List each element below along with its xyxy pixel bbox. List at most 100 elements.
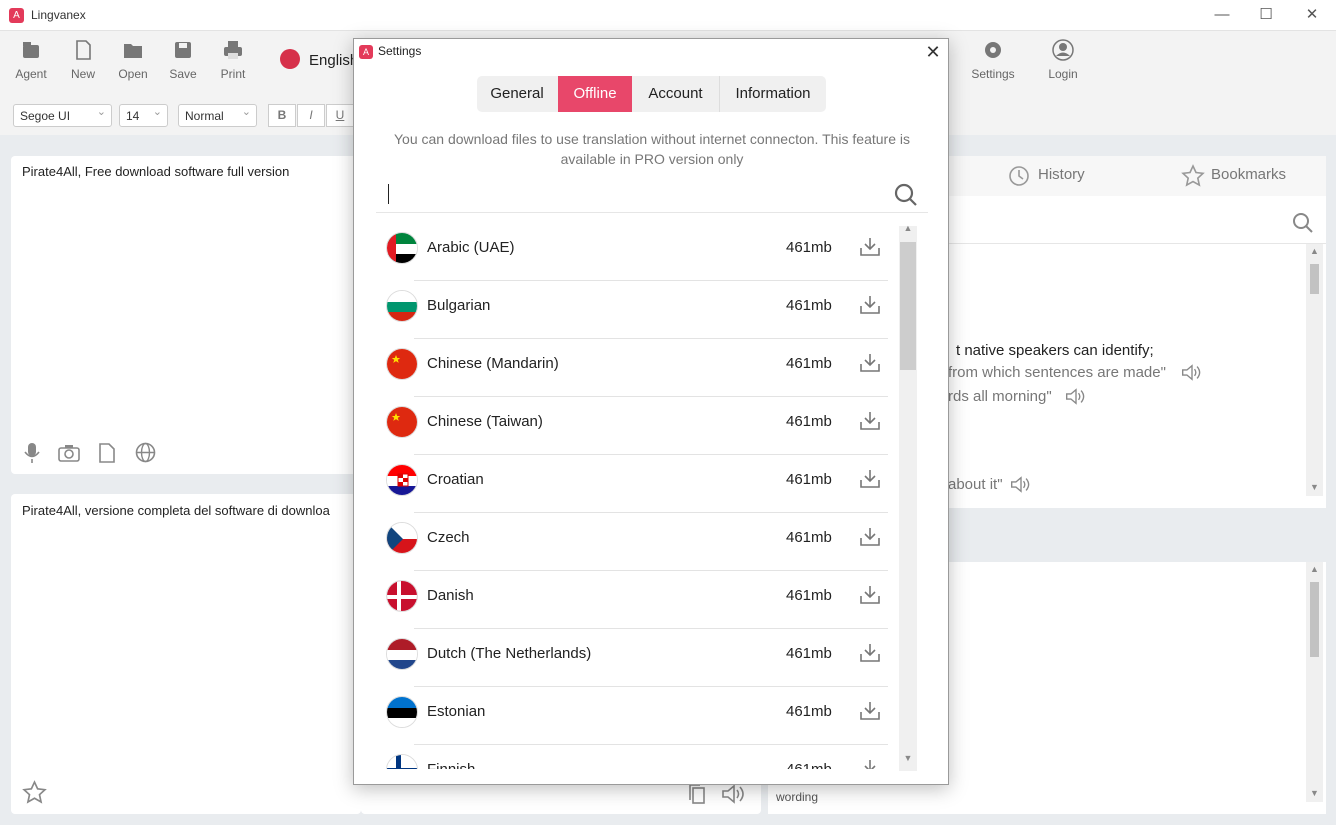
- scroll-thumb[interactable]: [900, 242, 916, 370]
- user-icon: [1052, 39, 1074, 61]
- uae-flag-icon: [386, 232, 418, 264]
- china-flag-icon: [386, 348, 418, 380]
- scroll-up-arrow[interactable]: ▲: [1306, 564, 1323, 574]
- download-icon[interactable]: [859, 294, 881, 316]
- download-icon[interactable]: [859, 236, 881, 258]
- download-icon[interactable]: [859, 584, 881, 606]
- agent-button[interactable]: Agent: [6, 39, 56, 81]
- search-icon[interactable]: [1292, 212, 1314, 234]
- speaker-icon[interactable]: [1010, 475, 1032, 494]
- language-row[interactable]: Danish 461mb: [376, 571, 888, 629]
- close-window-button[interactable]: ✕: [1297, 4, 1327, 26]
- microphone-icon[interactable]: [23, 442, 41, 464]
- document-icon[interactable]: [98, 443, 116, 463]
- scroll-up-arrow[interactable]: ▲: [1306, 246, 1323, 256]
- package-size: 461mb: [786, 239, 832, 256]
- tab-general[interactable]: General: [477, 76, 557, 112]
- download-icon[interactable]: [859, 352, 881, 374]
- source-language-selector[interactable]: English: [309, 52, 358, 69]
- speaker-icon[interactable]: [1065, 387, 1087, 406]
- download-icon[interactable]: [859, 642, 881, 664]
- dictionary-scrollbar[interactable]: ▲ ▼: [1306, 244, 1323, 496]
- scroll-thumb[interactable]: [1310, 582, 1319, 657]
- folder-icon: [124, 44, 142, 58]
- scroll-thumb[interactable]: [1310, 264, 1319, 294]
- scroll-down-arrow[interactable]: ▼: [1306, 482, 1323, 492]
- download-icon[interactable]: [859, 758, 881, 769]
- font-size-select[interactable]: 14: [119, 104, 168, 127]
- dictionary-example-3: about it": [948, 476, 1003, 493]
- italic-button[interactable]: I: [297, 104, 325, 127]
- source-text-panel[interactable]: Pirate4All, Free download software full …: [11, 156, 361, 474]
- download-icon[interactable]: [859, 526, 881, 548]
- font-family-select[interactable]: Segoe UI: [13, 104, 112, 127]
- paragraph-style-select[interactable]: Normal: [178, 104, 257, 127]
- maximize-button[interactable]: ☐: [1251, 4, 1281, 26]
- tab-information[interactable]: Information: [719, 76, 826, 112]
- package-size: 461mb: [786, 587, 832, 604]
- new-button[interactable]: New: [58, 39, 108, 81]
- underline-button[interactable]: U: [326, 104, 354, 127]
- dictionary-search-bar[interactable]: [940, 196, 1326, 244]
- settings-button[interactable]: Settings: [968, 39, 1018, 81]
- finland-flag-icon: [386, 754, 418, 769]
- star-icon[interactable]: [22, 780, 47, 805]
- minimize-button[interactable]: —: [1207, 4, 1237, 26]
- dialog-close-button[interactable]: ✕: [920, 41, 946, 63]
- copy-icon[interactable]: [689, 783, 707, 805]
- speaker-icon[interactable]: [721, 783, 747, 805]
- download-icon[interactable]: [859, 410, 881, 432]
- language-row[interactable]: Chinese (Taiwan) 461mb: [376, 397, 888, 455]
- scroll-down-arrow[interactable]: ▼: [899, 753, 917, 763]
- language-row[interactable]: Bulgarian 461mb: [376, 281, 888, 339]
- language-search-input[interactable]: [376, 179, 928, 213]
- agent-label: Agent: [15, 67, 47, 81]
- language-row[interactable]: Czech 461mb: [376, 513, 888, 571]
- scroll-up-arrow[interactable]: ▲: [899, 223, 917, 233]
- language-row[interactable]: Finnish 461mb: [376, 745, 888, 769]
- dictionary-example-2: rds all morning": [948, 388, 1052, 405]
- tab-bookmarks[interactable]: Bookmarks: [1211, 166, 1286, 183]
- settings-dialog: A Settings ✕ General Offline Account Inf…: [353, 38, 949, 785]
- language-row[interactable]: Arabic (UAE) 461mb: [376, 223, 888, 281]
- language-list-scrollbar[interactable]: ▲ ▼: [899, 223, 917, 771]
- language-row[interactable]: Croatian 461mb: [376, 455, 888, 513]
- target-text-panel[interactable]: Pirate4All, versione completa del softwa…: [11, 494, 361, 814]
- bold-button[interactable]: B: [268, 104, 296, 127]
- dictionary-content: t native speakers can identify; from whi…: [940, 244, 1326, 508]
- save-button[interactable]: Save: [158, 39, 208, 81]
- print-button[interactable]: Print: [208, 39, 258, 81]
- open-button[interactable]: Open: [108, 39, 158, 81]
- package-size: 461mb: [786, 471, 832, 488]
- language-name: Chinese (Mandarin): [427, 355, 559, 372]
- login-label: Login: [1048, 67, 1078, 81]
- scroll-down-arrow[interactable]: ▼: [1306, 788, 1323, 798]
- source-text[interactable]: Pirate4All, Free download software full …: [22, 164, 289, 179]
- dictionary-definition: t native speakers can identify;: [956, 342, 1154, 359]
- croatia-flag-icon: [386, 464, 418, 496]
- dialog-title: Settings: [378, 44, 422, 58]
- language-name: Dutch (The Netherlands): [427, 645, 592, 662]
- login-button[interactable]: Login: [1038, 39, 1088, 81]
- camera-icon[interactable]: [58, 444, 80, 462]
- tab-account[interactable]: Account: [633, 76, 718, 112]
- package-size: 461mb: [786, 297, 832, 314]
- app-logo-icon: A: [359, 45, 373, 59]
- app-logo-icon: A: [9, 8, 24, 23]
- tab-history[interactable]: History: [1038, 166, 1085, 183]
- lower-scrollbar[interactable]: ▲ ▼: [1306, 562, 1323, 802]
- language-row[interactable]: Estonian 461mb: [376, 687, 888, 745]
- tab-offline[interactable]: Offline: [558, 76, 632, 112]
- china-flag-icon: [386, 406, 418, 438]
- denmark-flag-icon: [386, 580, 418, 612]
- download-icon[interactable]: [859, 468, 881, 490]
- search-icon[interactable]: [894, 183, 918, 207]
- title-bar: A Lingvanex — ☐ ✕: [0, 0, 1336, 31]
- new-label: New: [70, 67, 95, 81]
- globe-icon[interactable]: [135, 442, 156, 463]
- offline-language-list: Arabic (UAE) 461mb Bulgarian 461mb Chinese (…: [376, 221, 888, 769]
- speaker-icon[interactable]: [1181, 363, 1203, 382]
- download-icon[interactable]: [859, 700, 881, 722]
- language-row[interactable]: Dutch (The Netherlands) 461mb: [376, 629, 888, 687]
- language-row[interactable]: Chinese (Mandarin) 461mb: [376, 339, 888, 397]
